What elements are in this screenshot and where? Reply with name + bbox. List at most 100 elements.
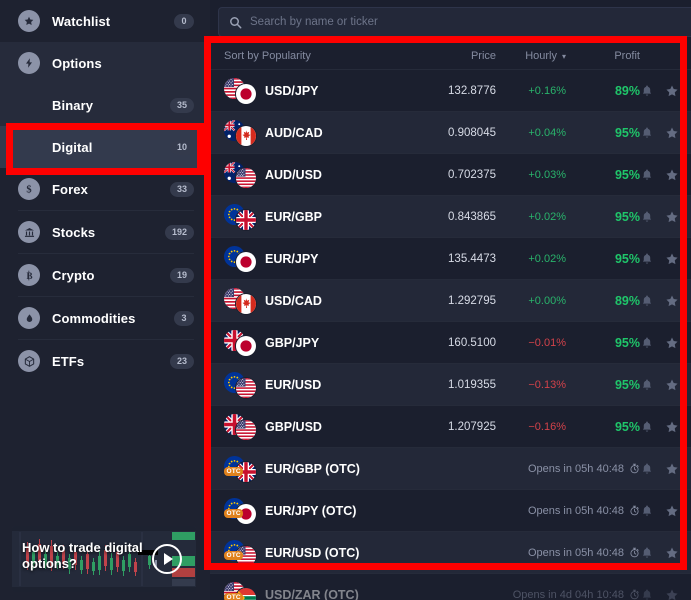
table-row[interactable]: OTC EUR/GBP (OTC) Opens in 05h 40:48 bbox=[210, 447, 691, 489]
opens-label: Opens in 05h 40:48 bbox=[527, 504, 624, 517]
star-icon[interactable] bbox=[665, 378, 679, 392]
stopwatch-icon bbox=[630, 547, 639, 558]
column-header-price[interactable]: Price bbox=[422, 50, 496, 62]
bell-icon[interactable] bbox=[640, 588, 654, 600]
sidebar-item-badge: 19 bbox=[169, 267, 194, 283]
sidebar-item-forex[interactable]: $ Forex 33 bbox=[0, 168, 210, 210]
currency-pair-flags bbox=[224, 203, 258, 231]
sidebar-item-label: Binary bbox=[52, 97, 94, 113]
search-input[interactable] bbox=[250, 16, 691, 28]
star-icon[interactable] bbox=[665, 504, 679, 518]
asset-name-cell: EUR/USD bbox=[224, 371, 422, 399]
bell-icon[interactable] bbox=[640, 126, 654, 140]
bell-icon[interactable] bbox=[640, 420, 654, 434]
table-row[interactable]: OTC USD/ZAR (OTC) Opens in 4d 04h 10:48 bbox=[210, 573, 691, 600]
star-icon[interactable] bbox=[665, 546, 679, 560]
sidebar-item-badge: 10 bbox=[169, 139, 194, 155]
flag-us-icon bbox=[235, 376, 257, 399]
column-header-profit[interactable]: Profit bbox=[568, 50, 640, 62]
market-opens-countdown: Opens in 05h 40:48 bbox=[422, 547, 640, 559]
asset-profit-percent: 95% bbox=[614, 335, 640, 350]
star-icon[interactable] bbox=[665, 210, 679, 224]
sidebar-item-crypto[interactable]: B Crypto 19 bbox=[0, 254, 210, 296]
bell-icon[interactable] bbox=[640, 294, 654, 308]
sidebar-item-commodities[interactable]: Commodities 3 bbox=[0, 297, 210, 339]
sidebar-item-label: Options bbox=[52, 55, 102, 71]
asset-pair-name: EUR/JPY (OTC) bbox=[265, 503, 357, 518]
chevron-down-icon: ▾ bbox=[561, 51, 566, 61]
sidebar-item-label: ETFs bbox=[52, 353, 85, 369]
asset-name-cell: OTC EUR/GBP (OTC) bbox=[224, 455, 422, 483]
row-action-icons bbox=[640, 336, 691, 350]
column-header-sort[interactable]: Sort by Popularity bbox=[224, 50, 422, 62]
asset-name-cell: AUD/CAD bbox=[224, 119, 422, 147]
otc-badge: OTC bbox=[224, 592, 244, 600]
star-icon[interactable] bbox=[665, 588, 679, 600]
star-icon[interactable] bbox=[665, 168, 679, 182]
asset-hourly-change: +0.02% bbox=[528, 210, 566, 223]
sidebar-item-options[interactable]: Options bbox=[0, 42, 210, 84]
bell-icon[interactable] bbox=[640, 210, 654, 224]
table-row[interactable]: OTC EUR/USD (OTC) Opens in 05h 40:48 bbox=[210, 531, 691, 573]
sidebar-item-watchlist[interactable]: Watchlist 0 bbox=[0, 0, 210, 42]
asset-price: 0.908045 bbox=[448, 126, 496, 139]
bell-icon[interactable] bbox=[640, 336, 654, 350]
bell-icon[interactable] bbox=[640, 168, 654, 182]
table-row[interactable]: USD/JPY 132.8776 +0.16% 89% bbox=[210, 69, 691, 111]
sidebar-item-stocks[interactable]: Stocks 192 bbox=[0, 211, 210, 253]
search-box[interactable] bbox=[218, 7, 691, 37]
star-icon[interactable] bbox=[665, 336, 679, 350]
sidebar-item-label: Watchlist bbox=[52, 13, 111, 29]
market-opens-countdown: Opens in 05h 40:48 bbox=[422, 505, 640, 517]
otc-badge: OTC bbox=[224, 550, 244, 560]
row-action-icons bbox=[640, 462, 691, 476]
promo-video-card[interactable]: How to trade digital options? bbox=[12, 526, 196, 592]
star-icon[interactable] bbox=[665, 84, 679, 98]
table-row[interactable]: EUR/GBP 0.843865 +0.02% 95% bbox=[210, 195, 691, 237]
play-icon[interactable] bbox=[152, 544, 182, 574]
currency-pair-flags: OTC bbox=[224, 581, 258, 600]
bell-icon[interactable] bbox=[640, 378, 654, 392]
bell-icon[interactable] bbox=[640, 504, 654, 518]
sidebar-item-digital[interactable]: Digital 10 bbox=[0, 126, 210, 168]
star-icon[interactable] bbox=[665, 294, 679, 308]
asset-hourly-change: +0.00% bbox=[528, 294, 566, 307]
star-icon[interactable] bbox=[665, 462, 679, 476]
table-row[interactable]: USD/CAD 1.292795 +0.00% 89% bbox=[210, 279, 691, 321]
currency-pair-flags bbox=[224, 119, 258, 147]
row-action-icons bbox=[640, 168, 691, 182]
star-circle-icon bbox=[18, 10, 40, 32]
table-row[interactable]: AUD/CAD 0.908045 +0.04% 95% bbox=[210, 111, 691, 153]
sidebar-item-binary[interactable]: Binary 35 bbox=[0, 84, 210, 126]
bell-icon[interactable] bbox=[640, 546, 654, 560]
table-row[interactable]: GBP/USD 1.207925 −0.16% 95% bbox=[210, 405, 691, 447]
asset-profit-percent: 95% bbox=[614, 251, 640, 266]
asset-name-cell: AUD/USD bbox=[224, 161, 422, 189]
star-icon[interactable] bbox=[665, 252, 679, 266]
table-row[interactable]: GBP/JPY 160.5100 −0.01% 95% bbox=[210, 321, 691, 363]
bell-icon[interactable] bbox=[640, 252, 654, 266]
market-opens-countdown: Opens in 05h 40:48 bbox=[422, 463, 640, 475]
sidebar-item-etfs[interactable]: ETFs 23 bbox=[0, 340, 210, 382]
asset-name-cell: GBP/USD bbox=[224, 413, 422, 441]
currency-pair-flags bbox=[224, 287, 258, 315]
cube-circle-icon bbox=[18, 350, 40, 372]
star-icon[interactable] bbox=[665, 420, 679, 434]
star-icon[interactable] bbox=[665, 126, 679, 140]
droplet-circle-icon bbox=[18, 307, 40, 329]
stopwatch-icon bbox=[630, 505, 639, 516]
table-row[interactable]: AUD/USD 0.702375 +0.03% 95% bbox=[210, 153, 691, 195]
sidebar: Watchlist 0 Options Binary 35 Digital 10 $ Forex… bbox=[0, 0, 210, 600]
asset-pair-name: GBP/JPY bbox=[265, 335, 320, 350]
column-header-hourly[interactable]: Hourly ▾ bbox=[496, 50, 568, 62]
bell-icon[interactable] bbox=[640, 84, 654, 98]
table-row[interactable]: EUR/JPY 135.4473 +0.02% 95% bbox=[210, 237, 691, 279]
bell-icon[interactable] bbox=[640, 462, 654, 476]
asset-hourly-change: +0.04% bbox=[528, 126, 566, 139]
promo-title: How to trade digital options? bbox=[22, 540, 143, 571]
table-row[interactable]: OTC EUR/JPY (OTC) Opens in 05h 40:48 bbox=[210, 489, 691, 531]
asset-profit-percent: 95% bbox=[614, 167, 640, 182]
asset-price: 1.292795 bbox=[448, 294, 496, 307]
sidebar-nav: Watchlist 0 Options Binary 35 Digital 10 $ Forex… bbox=[0, 0, 210, 382]
table-row[interactable]: EUR/USD 1.019355 −0.13% 95% bbox=[210, 363, 691, 405]
